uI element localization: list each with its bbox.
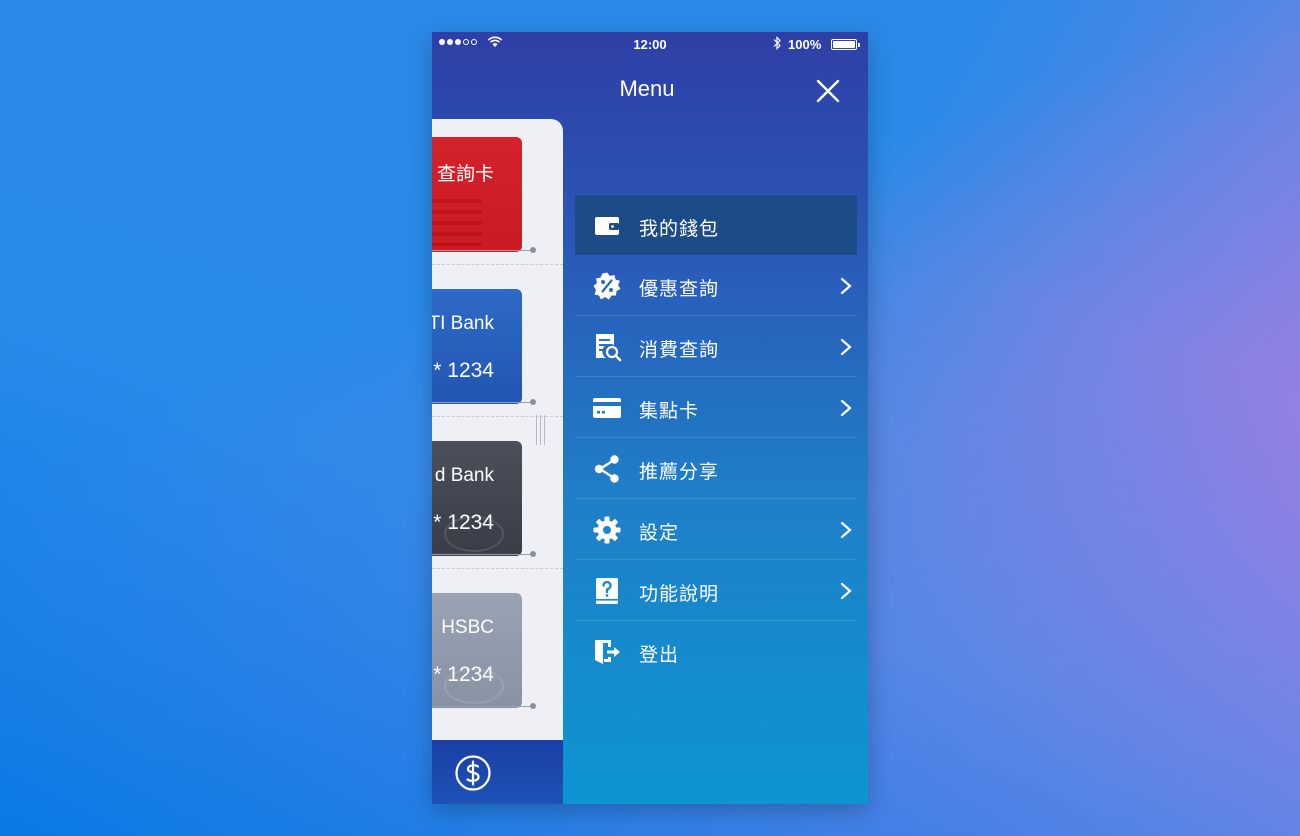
phone-screen: 12:00 100% Menu 查詢卡 TI Bank * 1234 d Ban… (432, 32, 868, 804)
divider (432, 264, 563, 265)
card-number: * 1234 (433, 663, 494, 686)
menu-list: 我的錢包 優惠查詢 消費查詢 集點卡 推薦分享 設定 功能說明 登出 (575, 195, 857, 682)
card-slot[interactable]: 查詢卡 (432, 119, 563, 271)
chevron-right-icon (840, 277, 852, 295)
menu-item-label: 推薦分享 (639, 461, 720, 483)
status-bar: 12:00 100% (432, 32, 868, 56)
chevron-right-icon (840, 399, 852, 417)
card-name: TI Bank (432, 313, 494, 334)
chevron-right-icon (840, 338, 852, 356)
menu-item-points-card[interactable]: 集點卡 (575, 377, 857, 438)
card-wallet-panel: 查詢卡 TI Bank * 1234 d Bank * 1234 HSBC * … (432, 119, 563, 740)
card[interactable]: 查詢卡 (432, 137, 522, 252)
close-icon[interactable] (815, 78, 841, 104)
help-book-icon (596, 578, 618, 604)
chevron-right-icon (840, 582, 852, 600)
chevron-right-icon (840, 521, 852, 539)
menu-item-label: 設定 (639, 522, 680, 544)
card-slot[interactable]: HSBC * 1234 (432, 575, 563, 727)
share-icon (594, 455, 619, 483)
card-name: d Bank (434, 465, 494, 486)
card[interactable]: HSBC * 1234 (432, 593, 522, 708)
menu-item-label: 優惠查詢 (639, 278, 720, 300)
discount-badge-icon (593, 272, 621, 300)
battery-percentage: 100% (788, 37, 822, 52)
menu-item-spending[interactable]: 消費查詢 (575, 316, 857, 377)
card-slot[interactable]: d Bank * 1234 (432, 423, 563, 575)
bottom-bar (432, 740, 563, 804)
divider-dot (530, 399, 536, 405)
card-number: * 1234 (433, 511, 494, 534)
divider (432, 250, 532, 251)
menu-item-label: 消費查詢 (639, 339, 720, 361)
bluetooth-icon (773, 36, 781, 50)
battery-icon (831, 39, 860, 50)
menu-item-share[interactable]: 推薦分享 (575, 438, 857, 499)
divider (432, 402, 532, 403)
menu-item-label: 登出 (639, 644, 680, 666)
menu-item-help[interactable]: 功能說明 (575, 560, 857, 621)
divider (432, 706, 532, 707)
card[interactable]: TI Bank * 1234 (432, 289, 522, 404)
menu-item-settings[interactable]: 設定 (575, 499, 857, 560)
menu-item-label: 集點卡 (639, 400, 700, 422)
receipt-search-icon (596, 334, 622, 362)
drag-handle[interactable] (536, 415, 548, 445)
logout-door-icon (595, 640, 620, 664)
divider (432, 554, 532, 555)
card-name: 查詢卡 (436, 164, 494, 185)
wallet-icon (595, 217, 619, 235)
menu-item-discounts[interactable]: 優惠查詢 (575, 255, 857, 316)
menu-item-label: 我的錢包 (639, 218, 720, 240)
menu-title: Menu (619, 76, 675, 101)
menu-item-label: 功能說明 (639, 583, 720, 605)
divider-dot (530, 551, 536, 557)
card-name: HSBC (441, 617, 494, 638)
card-slot[interactable]: TI Bank * 1234 (432, 271, 563, 423)
menu-item-logout[interactable]: 登出 (575, 621, 857, 682)
divider (432, 568, 563, 569)
gear-icon (593, 516, 621, 544)
card-logo (432, 192, 482, 246)
divider-dot (530, 703, 536, 709)
menu-item-wallet[interactable]: 我的錢包 (575, 195, 857, 255)
card-number: * 1234 (433, 359, 494, 382)
card-icon (593, 398, 621, 418)
divider-dot (530, 247, 536, 253)
dollar-icon[interactable] (454, 754, 492, 792)
card[interactable]: d Bank * 1234 (432, 441, 522, 556)
